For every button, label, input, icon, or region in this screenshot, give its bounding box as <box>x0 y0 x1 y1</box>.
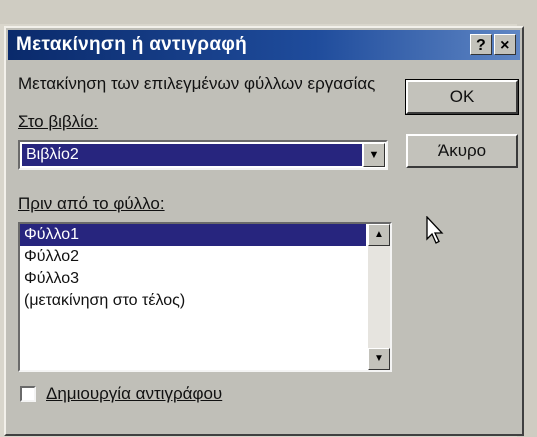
before-sheet-listbox[interactable]: Φύλλο1 Φύλλο2 Φύλλο3 (μετακίνηση στο τέλ… <box>18 222 392 372</box>
create-copy-label: Δημιουργία αντιγράφου <box>46 384 222 404</box>
mouse-pointer-icon <box>426 216 444 244</box>
arrow-up-icon: ▲ <box>374 229 384 240</box>
chevron-down-icon: ▼ <box>368 149 380 161</box>
list-item[interactable]: Φύλλο3 <box>20 268 366 290</box>
background-page <box>0 0 537 24</box>
arrow-down-icon: ▼ <box>374 353 384 364</box>
help-button[interactable]: ? <box>470 34 492 55</box>
scroll-down-button[interactable]: ▼ <box>368 348 390 370</box>
to-book-selected-value: Βιβλίο2 <box>22 144 362 166</box>
list-item[interactable]: Φύλλο2 <box>20 246 366 268</box>
listbox-scrollbar[interactable]: ▲ ▼ <box>368 224 390 370</box>
create-copy-checkbox[interactable] <box>20 386 36 402</box>
before-sheet-label: Πριν από το φύλλο: <box>18 194 165 214</box>
list-item[interactable]: Φύλλο1 <box>20 224 366 246</box>
move-copy-dialog: Μετακίνηση ή αντιγραφή ? × Μετακίνηση τω… <box>4 26 524 436</box>
ok-button[interactable]: OK <box>405 79 519 115</box>
move-description-label: Μετακίνηση των επιλεγμένων φύλλων εργασί… <box>18 74 376 93</box>
to-book-label-text: Στο βιβλίο: <box>18 112 99 131</box>
create-copy-label-text: Δημιουργία αντιγράφου <box>46 384 223 403</box>
scroll-up-button[interactable]: ▲ <box>368 224 390 246</box>
dropdown-arrow-button[interactable]: ▼ <box>363 143 385 167</box>
to-book-label: Στο βιβλίο: <box>18 112 98 132</box>
dialog-title: Μετακίνηση ή αντιγραφή <box>16 34 248 55</box>
before-sheet-label-text: Πριν από το φύλλο: <box>18 194 165 213</box>
list-item[interactable]: (μετακίνηση στο τέλος) <box>20 290 366 312</box>
close-button[interactable]: × <box>494 34 516 55</box>
title-bar: Μετακίνηση ή αντιγραφή ? × <box>8 30 520 60</box>
to-book-dropdown[interactable]: Βιβλίο2 ▼ <box>18 140 388 170</box>
cancel-button[interactable]: Άκυρο <box>406 134 518 168</box>
